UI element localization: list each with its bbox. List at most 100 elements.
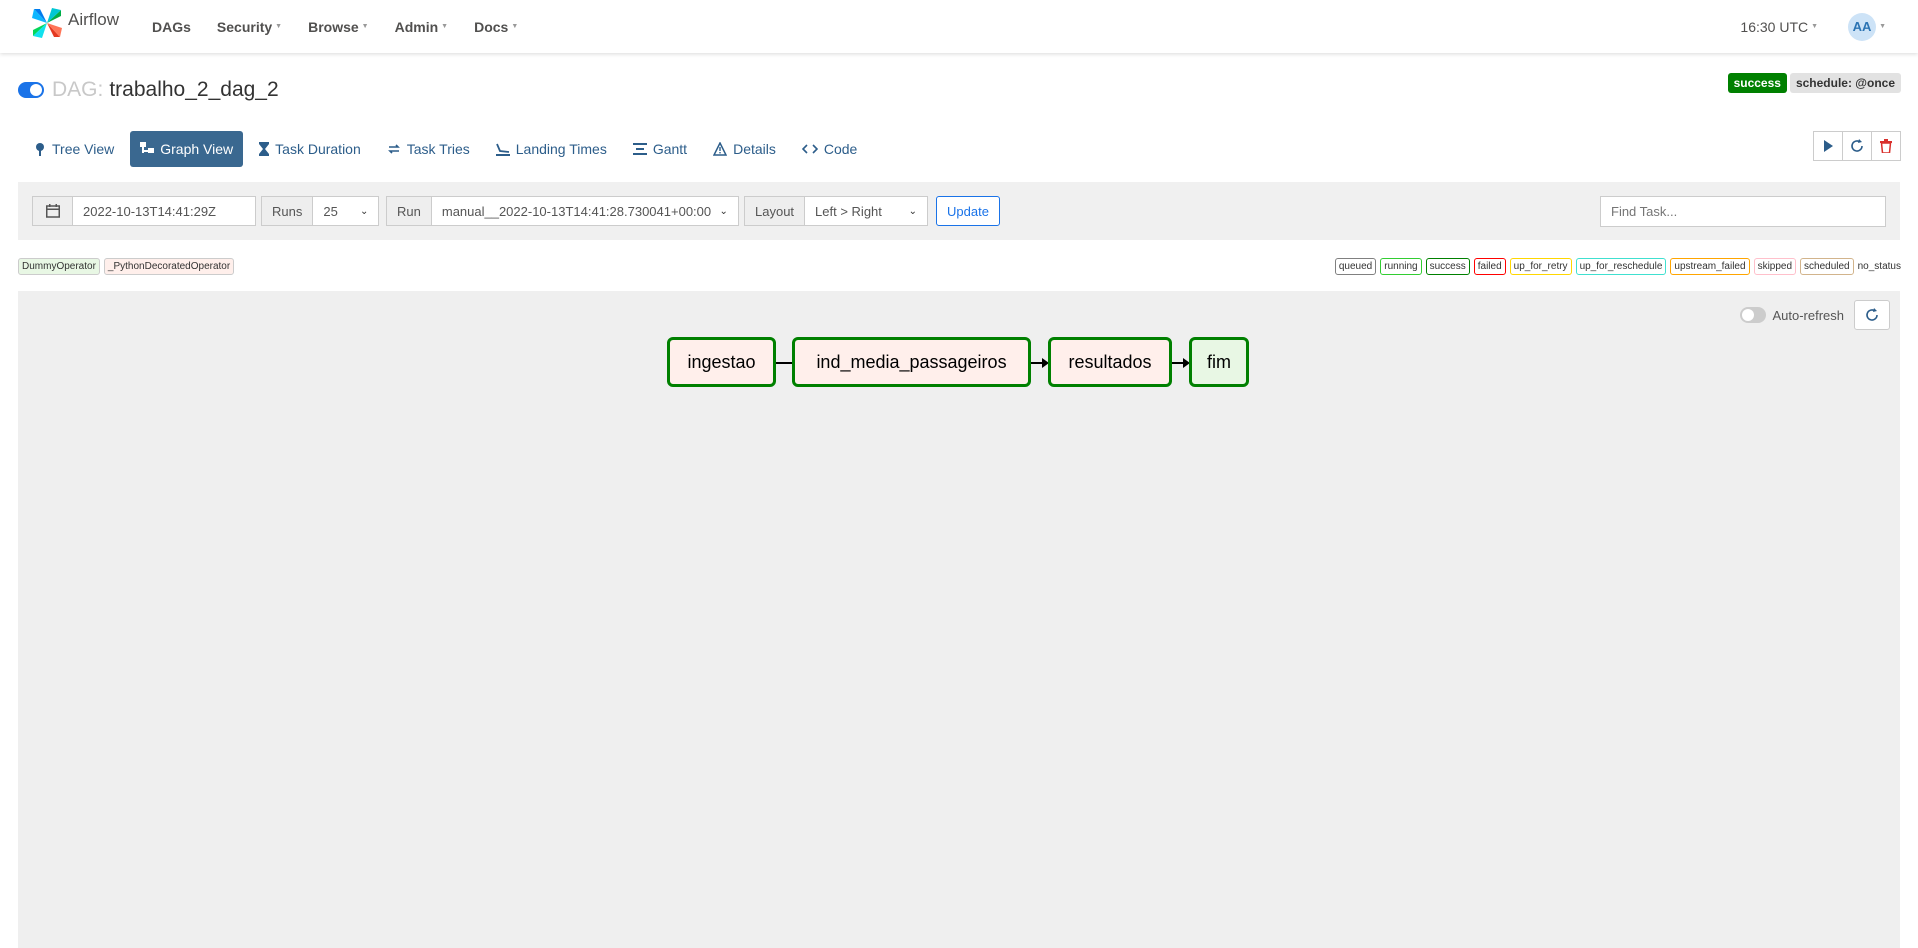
operator-tag-dummy: DummyOperator xyxy=(18,258,100,275)
nav-browse-label: Browse xyxy=(308,18,359,35)
operator-legend: DummyOperator _PythonDecoratedOperator xyxy=(18,258,238,275)
state-skipped[interactable]: skipped xyxy=(1753,258,1797,275)
state-up-for-reschedule[interactable]: up_for_reschedule xyxy=(1575,258,1667,275)
tab-landing-times[interactable]: Landing Times xyxy=(486,131,617,167)
caret-down-icon: ▼ xyxy=(1879,23,1886,30)
runs-label: Runs xyxy=(261,196,314,226)
task-node-fim[interactable]: fim xyxy=(1189,337,1249,387)
caret-down-icon: ▼ xyxy=(275,23,283,30)
update-button[interactable]: Update xyxy=(936,196,1000,226)
state-upstream-failed[interactable]: upstream_failed xyxy=(1670,258,1750,275)
nav-docs[interactable]: Docs ▼ xyxy=(474,19,518,35)
calendar-icon xyxy=(45,204,60,218)
tab-graph-view-label: Graph View xyxy=(160,141,234,157)
nav-dags-label: DAGs xyxy=(152,18,191,35)
run-group: Run manual__2022-10-13T14:41:28.730041+0… xyxy=(386,196,739,226)
brand[interactable]: Airflow xyxy=(30,6,119,40)
landing-icon xyxy=(495,143,510,156)
tab-code[interactable]: Code xyxy=(792,131,867,167)
auto-refresh-label: Auto-refresh xyxy=(1772,307,1844,323)
tab-tree-view[interactable]: Tree View xyxy=(24,131,124,167)
tab-task-tries-label: Task Tries xyxy=(406,141,470,157)
trash-icon xyxy=(1880,139,1892,153)
edge-resultados-fim xyxy=(1172,358,1190,368)
nav-browse[interactable]: Browse ▼ xyxy=(308,19,369,35)
tab-code-label: Code xyxy=(823,141,858,157)
state-success[interactable]: success xyxy=(1425,258,1470,275)
state-failed[interactable]: failed xyxy=(1473,258,1506,275)
hourglass-icon xyxy=(259,142,270,156)
tab-details-label: Details xyxy=(733,141,776,157)
chevron-down-icon: ⌄ xyxy=(359,205,369,217)
tree-icon xyxy=(36,143,44,156)
delete-dag-button[interactable] xyxy=(1871,131,1901,161)
nav-menu: DAGs Security ▼ Browse ▼ Admin ▼ Docs ▼ xyxy=(152,0,544,53)
dag-pause-toggle[interactable] xyxy=(18,82,44,98)
task-node-ind-media-passageiros[interactable]: ind_media_passageiros xyxy=(792,337,1031,387)
state-scheduled[interactable]: scheduled xyxy=(1800,258,1854,275)
airflow-logo-icon xyxy=(32,8,62,38)
graph-canvas[interactable]: Auto-refresh ingestao ind_media_passagei… xyxy=(18,291,1900,948)
dag-header: DAG: trabalho_2_dag_2 xyxy=(18,78,279,102)
runs-select[interactable]: 25 ⌄ xyxy=(312,196,380,226)
tab-details[interactable]: Details xyxy=(703,131,786,167)
chevron-down-icon: ⌄ xyxy=(908,205,918,217)
filter-bar: 2022-10-13T14:41:29Z Runs 25 ⌄ Run manual… xyxy=(18,182,1900,240)
state-legend: queued running success failed up_for_ret… xyxy=(1331,258,1901,275)
nav-admin[interactable]: Admin ▼ xyxy=(395,19,449,35)
operator-tag-python: _PythonDecoratedOperator xyxy=(103,258,235,275)
tab-task-tries[interactable]: Task Tries xyxy=(377,131,480,167)
state-no-status[interactable]: no_status xyxy=(1858,259,1901,274)
nav-dags[interactable]: DAGs xyxy=(152,19,191,35)
find-task-input[interactable] xyxy=(1600,196,1886,227)
code-icon xyxy=(801,144,818,154)
user-menu[interactable]: AA ▼ xyxy=(1848,12,1886,41)
task-node-resultados[interactable]: resultados xyxy=(1048,337,1172,387)
trigger-dag-button[interactable] xyxy=(1813,131,1843,161)
dag-badges: success schedule: @once xyxy=(1725,73,1901,93)
refresh-dag-button[interactable] xyxy=(1842,131,1872,161)
runs-group: Runs 25 ⌄ xyxy=(261,196,380,226)
chevron-down-icon: ⌄ xyxy=(719,205,728,217)
nav-docs-label: Docs xyxy=(474,18,509,35)
run-select[interactable]: manual__2022-10-13T14:41:28.730041+00:00… xyxy=(430,196,739,226)
edge-ind-media-resultados xyxy=(1031,358,1049,368)
navbar: Airflow DAGs Security ▼ Browse ▼ Admin ▼ Do… xyxy=(0,0,1918,53)
tab-task-duration[interactable]: Task Duration xyxy=(249,131,371,167)
date-picker-button[interactable] xyxy=(32,196,73,226)
layout-group: Layout Left > Right ⌄ xyxy=(744,196,929,226)
avatar: AA xyxy=(1848,12,1877,41)
caret-down-icon: ▼ xyxy=(511,23,519,30)
layout-select-value: Left > Right xyxy=(815,203,882,219)
tab-gantt[interactable]: Gantt xyxy=(623,131,697,167)
nav-right: 16:30 UTC ▼ AA ▼ xyxy=(1740,0,1918,53)
layout-select[interactable]: Left > Right ⌄ xyxy=(804,196,929,226)
tab-gantt-label: Gantt xyxy=(652,141,688,157)
tab-graph-view[interactable]: Graph View xyxy=(130,131,244,167)
tab-tree-view-label: Tree View xyxy=(52,141,115,157)
clock-label: 16:30 UTC xyxy=(1740,18,1809,35)
caret-down-icon: ▼ xyxy=(441,23,449,30)
nav-security[interactable]: Security ▼ xyxy=(217,19,282,35)
run-select-value: manual__2022-10-13T14:41:28.730041+00:00 xyxy=(441,203,712,219)
view-tabs: Tree View Graph View Task Duration Task … xyxy=(24,131,873,167)
tab-landing-times-label: Landing Times xyxy=(515,141,607,157)
state-queued[interactable]: queued xyxy=(1334,258,1377,275)
graph-icon xyxy=(140,142,155,153)
caret-down-icon: ▼ xyxy=(361,23,369,30)
clock-dropdown[interactable]: 16:30 UTC ▼ xyxy=(1740,19,1818,35)
auto-refresh-toggle[interactable]: Auto-refresh xyxy=(1740,307,1844,323)
schedule-badge: schedule: @once xyxy=(1789,73,1901,93)
state-running[interactable]: running xyxy=(1380,258,1422,275)
task-node-ingestao[interactable]: ingestao xyxy=(667,337,776,387)
warning-icon xyxy=(713,142,728,156)
dag-id: trabalho_2_dag_2 xyxy=(109,78,279,101)
base-date-input[interactable]: 2022-10-13T14:41:29Z xyxy=(72,196,256,226)
auto-refresh-switch[interactable] xyxy=(1740,307,1767,323)
layout-label: Layout xyxy=(744,196,806,226)
retry-icon xyxy=(387,144,400,154)
refresh-graph-button[interactable] xyxy=(1854,300,1890,330)
base-date-group: 2022-10-13T14:41:29Z xyxy=(32,196,256,226)
gantt-icon xyxy=(632,143,647,155)
state-up-for-retry[interactable]: up_for_retry xyxy=(1509,258,1572,275)
